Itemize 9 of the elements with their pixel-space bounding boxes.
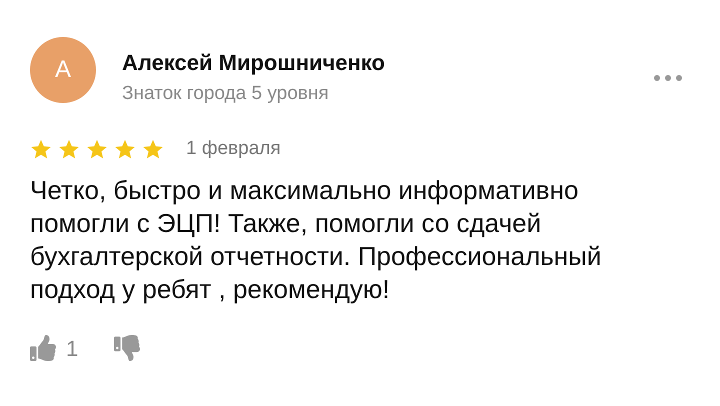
review-date: 1 февраля [186,137,281,161]
review-text: Четко, быстро и максимально информативно помогли с ЭЦП! Также, помогли со сдачей бухгалтерской отчетности. Профессиональный подход у ребят , рекомендую! [30,174,602,306]
more-button[interactable] [652,73,684,83]
like-button[interactable]: 1 [30,332,78,364]
author-name: Алексей Мирошниченко [122,49,386,77]
avatar: А [30,37,96,103]
thumbs-up-icon [30,335,56,361]
author-level: Знаток города 5 уровня [122,82,330,106]
dislike-button[interactable] [114,335,140,361]
